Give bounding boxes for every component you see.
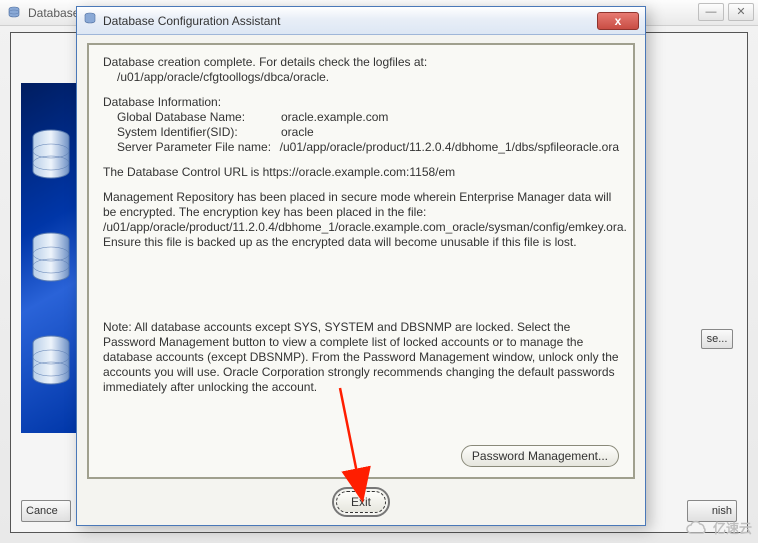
parent-title: Database [28, 6, 79, 20]
database-icon [6, 5, 22, 21]
dialog-title: Database Configuration Assistant [103, 14, 280, 28]
close-icon: x [615, 14, 622, 28]
dbca-completion-dialog: Database Configuration Assistant x Datab… [76, 6, 646, 526]
watermark: 亿速云 [685, 518, 752, 537]
db-control-url: The Database Control URL is https://orac… [103, 165, 619, 180]
dialog-titlebar: Database Configuration Assistant x [77, 7, 645, 35]
watermark-text: 亿速云 [713, 518, 752, 537]
sid-value: oracle [281, 125, 619, 140]
global-db-name-label: Global Database Name: [103, 110, 281, 125]
sid-label: System Identifier(SID): [103, 125, 281, 140]
global-db-name-value: oracle.example.com [281, 110, 619, 125]
logfile-path: /u01/app/oracle/cfgtoollogs/dbca/oracle. [103, 70, 619, 85]
dialog-content: Database creation complete. For details … [87, 43, 635, 479]
browse-button-partial[interactable]: se... [701, 329, 733, 349]
account-lock-note: Note: All database accounts except SYS, … [103, 320, 619, 395]
cancel-button-partial[interactable]: Cance [21, 500, 71, 522]
database-icon [83, 12, 97, 29]
database-information-heading: Database Information: [103, 95, 619, 110]
creation-complete-text: Database creation complete. For details … [103, 55, 619, 85]
database-barrel-icon [30, 335, 72, 387]
dialog-button-bar: Exit [87, 487, 635, 517]
management-repository-text: Management Repository has been placed in… [103, 190, 619, 250]
minimize-button[interactable]: — [698, 3, 724, 21]
database-barrel-icon [30, 129, 72, 181]
wizard-sidebar [21, 83, 81, 433]
close-button[interactable]: ✕ [728, 3, 754, 21]
spfile-label: Server Parameter File name: [103, 140, 280, 155]
exit-button[interactable]: Exit [336, 491, 386, 513]
password-management-button[interactable]: Password Management... [461, 445, 619, 467]
creation-complete-line1: Database creation complete. For details … [103, 55, 619, 70]
parent-window-controls: — ✕ [698, 3, 754, 21]
cloud-icon [685, 520, 709, 536]
database-information-block: Database Information: Global Database Na… [103, 95, 619, 155]
spfile-value: /u01/app/oracle/product/11.2.0.4/dbhome_… [280, 140, 619, 155]
dialog-close-button[interactable]: x [597, 12, 639, 30]
database-barrel-icon [30, 232, 72, 284]
